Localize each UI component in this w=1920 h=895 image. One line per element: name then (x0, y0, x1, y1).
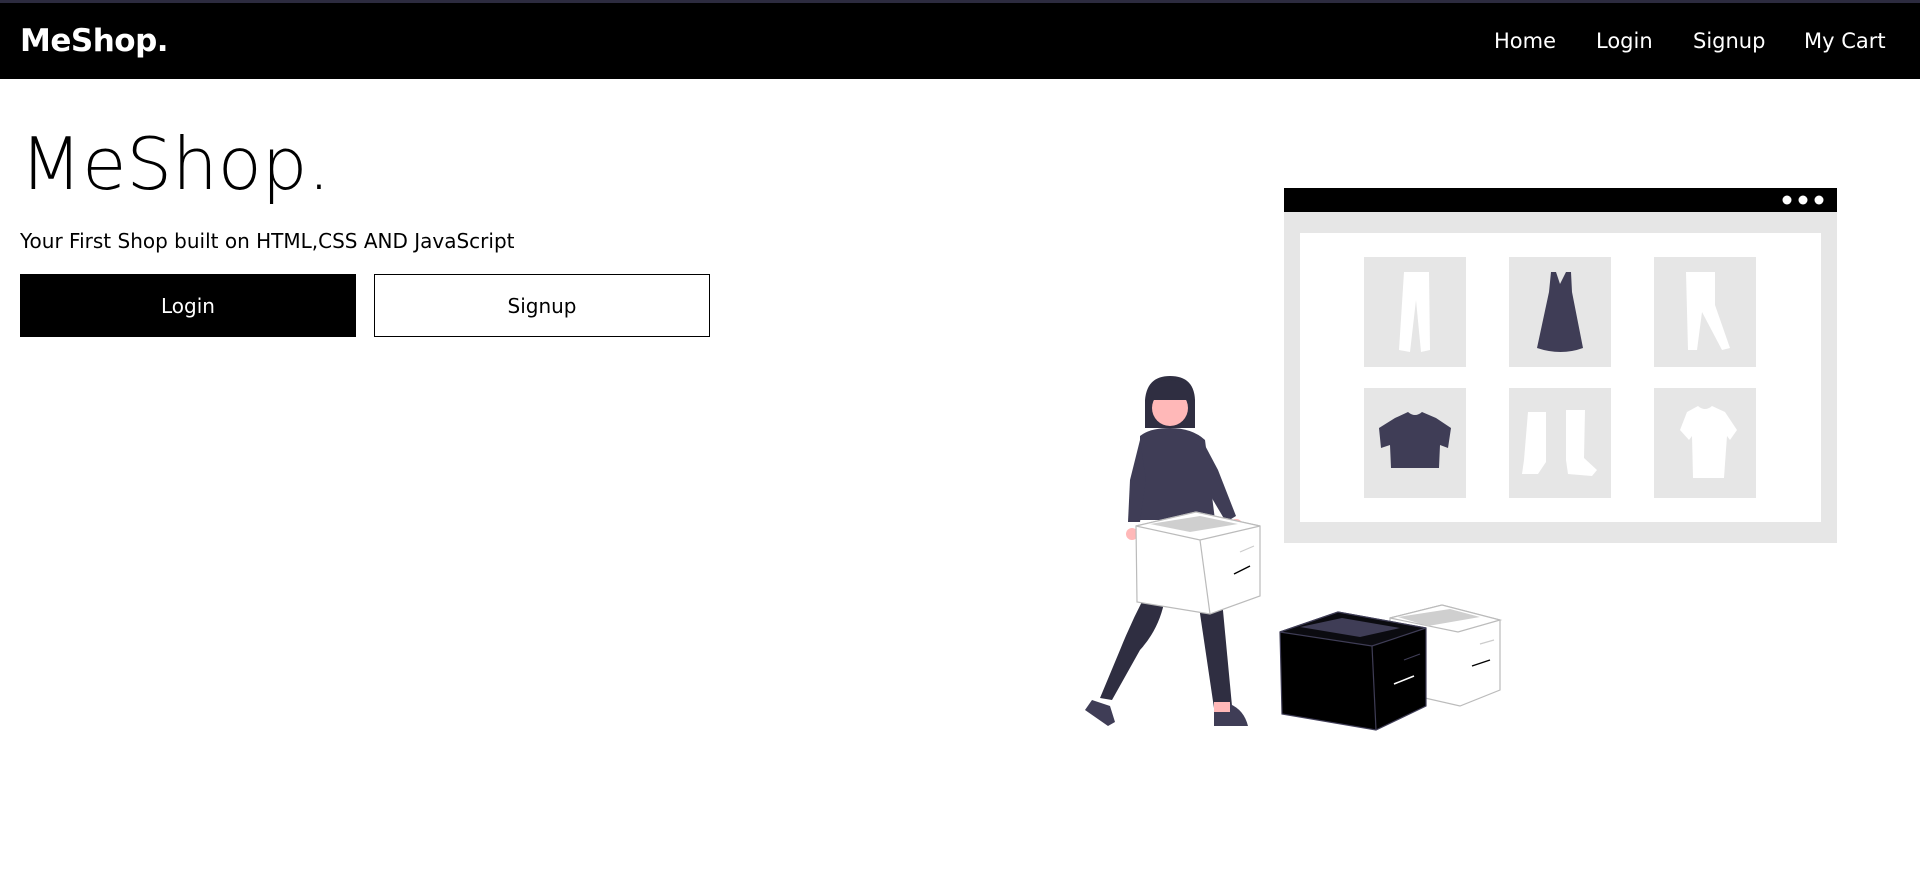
nav-login-link[interactable]: Login (1596, 29, 1653, 53)
woman-graphic (1085, 376, 1261, 726)
window-dot-icon (1814, 195, 1824, 205)
window-dot-icon (1782, 195, 1792, 205)
nav-my-cart-link[interactable]: My Cart (1804, 29, 1886, 53)
nav-home-link[interactable]: Home (1494, 29, 1556, 53)
hero-title: MeShop. (20, 122, 331, 206)
brand-logo[interactable]: MeShop. (20, 23, 169, 59)
hero-subtitle: Your First Shop built on HTML,CSS AND Ja… (20, 229, 515, 253)
browser-window-graphic (1284, 188, 1837, 543)
nav-signup-link[interactable]: Signup (1693, 29, 1765, 53)
navbar: MeShop. Home Login Signup My Cart (0, 3, 1920, 79)
shopping-illustration (1085, 188, 1837, 731)
hero-signup-button[interactable]: Signup (374, 274, 710, 337)
boxes-graphic (1279, 604, 1503, 731)
hero-login-button[interactable]: Login (20, 274, 356, 337)
window-dot-icon (1798, 195, 1808, 205)
